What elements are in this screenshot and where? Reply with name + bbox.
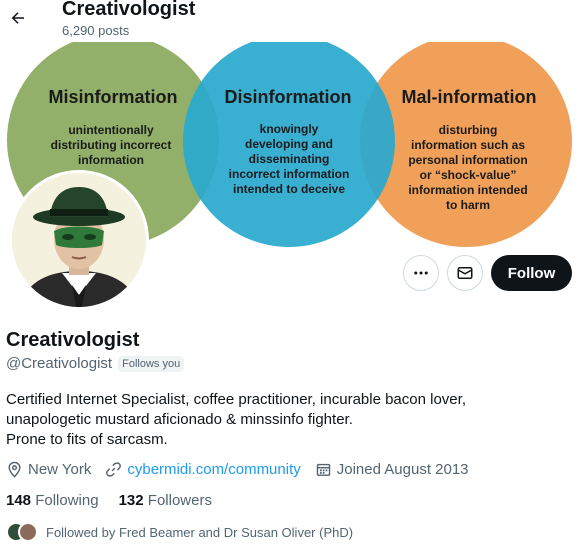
followed-by[interactable]: Followed by Fred Beamer and Dr Susan Oli… — [6, 522, 353, 542]
followers-stat[interactable]: 132 Followers — [119, 492, 212, 509]
arrow-left-icon — [11, 12, 24, 24]
misinformation-line: information — [78, 153, 144, 167]
misinformation-line: distributing incorrect — [51, 138, 172, 152]
more-options-button[interactable] — [403, 255, 439, 291]
follows-you-badge: Follows you — [118, 355, 185, 372]
disinformation-line: knowingly — [260, 122, 319, 136]
followers-count: 132 — [118, 492, 144, 509]
following-stat[interactable]: 148 Following — [6, 492, 99, 509]
malinformation-line: personal information — [408, 153, 527, 167]
join-date-text: Joined August 2013 — [336, 461, 469, 478]
malinformation-line: information such as — [411, 138, 525, 152]
disinformation-line: disseminating — [249, 152, 330, 166]
avatar[interactable] — [9, 170, 149, 310]
followed-by-text: Followed by Fred Beamer and Dr Susan Oli… — [46, 524, 354, 540]
bio-line: Certified Internet Specialist, coffee pr… — [6, 391, 466, 408]
follower-avatars — [6, 522, 40, 542]
back-button[interactable] — [4, 4, 32, 32]
follower-avatar — [18, 522, 38, 542]
location-pin-icon — [8, 461, 21, 478]
profile-header: Creativologist 6,290 posts — [0, 0, 582, 42]
bio-line: unapologetic mustard aficionado & minssi… — [6, 411, 353, 428]
follow-stats: 148 Following 132 Followers — [6, 492, 232, 509]
following-label: Following — [35, 492, 99, 509]
disinformation-line: developing and — [245, 137, 333, 151]
followers-label: Followers — [147, 492, 212, 509]
handle-row: @Creativologist Follows you — [6, 355, 185, 372]
disinformation-line: incorrect information — [229, 167, 350, 181]
display-name: Creativologist — [6, 329, 140, 351]
location: New York — [6, 461, 91, 478]
bio-line: Prone to fits of sarcasm. — [6, 431, 168, 448]
header-title: Creativologist — [62, 0, 196, 20]
website: cybermidi.com/community — [105, 461, 301, 478]
handle: @Creativologist — [6, 355, 113, 372]
disinformation-line: intended to deceive — [233, 182, 345, 196]
message-button[interactable] — [447, 255, 483, 291]
post-count: 6,290 posts — [62, 23, 130, 38]
bio: Certified Internet Specialist, coffee pr… — [6, 390, 566, 450]
envelope-icon — [457, 267, 473, 279]
malinformation-line: to harm — [446, 198, 490, 212]
malinformation-line: information intended — [408, 183, 527, 197]
malinformation-line: disturbing — [439, 123, 498, 137]
website-link[interactable]: cybermidi.com/community — [127, 461, 300, 478]
calendar-icon — [316, 463, 330, 476]
join-date: Joined August 2013 — [315, 461, 469, 478]
location-text: New York — [28, 461, 92, 478]
misinformation-title: Misinformation — [49, 87, 178, 107]
malinformation-title: Mal-information — [402, 87, 537, 107]
malinformation-line: or “shock-value” — [420, 168, 517, 182]
misinformation-line: unintentionally — [68, 123, 154, 137]
disinformation-title: Disinformation — [224, 87, 351, 107]
following-count: 148 — [6, 492, 32, 509]
follow-button[interactable]: Follow — [491, 255, 572, 291]
profile-meta: New York cybermidi.com/community Joined … — [6, 461, 483, 478]
link-icon — [106, 462, 122, 477]
more-dots-icon — [414, 271, 428, 275]
green-hornet-avatar-image — [12, 173, 146, 307]
